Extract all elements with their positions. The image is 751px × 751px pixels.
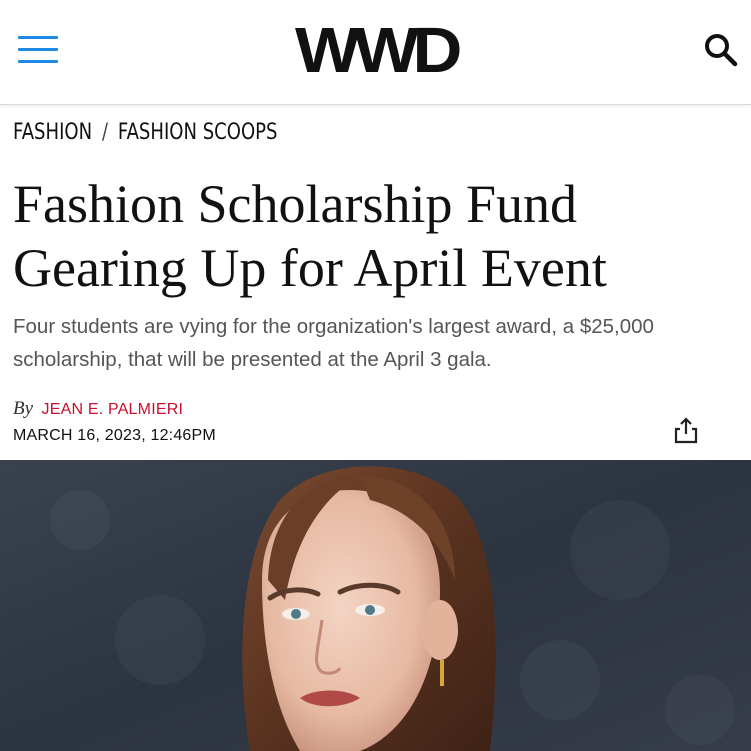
hero-photo [0,460,751,751]
breadcrumb-fashion[interactable]: FASHION [13,120,92,145]
search-icon[interactable] [703,32,739,68]
top-navigation-bar: WWD [0,0,751,105]
site-logo[interactable]: WWD [0,18,751,82]
breadcrumb: FASHION / FASHION SCOOPS [13,120,277,145]
breadcrumb-fashion-scoops[interactable]: FASHION SCOOPS [118,120,278,145]
article-headline: Fashion Scholarship Fund Gearing Up for … [13,174,607,298]
breadcrumb-separator: / [101,120,109,145]
portrait-photo [0,460,751,751]
article-dek: Four students are vying for the organiza… [13,315,654,371]
author-link[interactable]: JEAN E. PALMIERI [42,401,184,418]
byline-by-label: By [13,398,34,419]
publish-date: MARCH 16, 2023, 12:46PM [13,427,216,444]
share-icon[interactable] [672,416,700,444]
byline: By JEAN E. PALMIERI [13,398,183,420]
